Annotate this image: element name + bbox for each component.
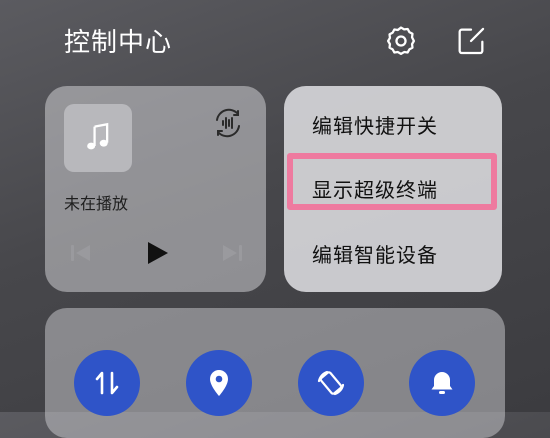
previous-icon[interactable]	[64, 236, 98, 270]
data-transfer-icon	[95, 371, 119, 395]
page-title: 控制中心	[64, 28, 173, 58]
play-icon[interactable]	[139, 236, 173, 270]
media-card[interactable]: 未在播放	[45, 86, 266, 292]
more-options-menu: 编辑快捷开关 显示超级终端 编辑智能设备	[284, 86, 502, 292]
quick-toggles-card	[45, 308, 505, 438]
highlight-box	[287, 153, 497, 210]
auto-rotate-icon	[317, 370, 345, 396]
data-transfer-toggle[interactable]	[74, 350, 140, 416]
edit-icon[interactable]	[454, 24, 488, 58]
playback-status: 未在播放	[64, 194, 129, 213]
audio-output-icon[interactable]	[211, 106, 245, 140]
menu-item-edit-shortcuts[interactable]: 编辑快捷开关	[312, 110, 438, 139]
next-icon[interactable]	[215, 236, 249, 270]
location-icon	[210, 370, 228, 396]
auto-rotate-toggle[interactable]	[298, 350, 364, 416]
gear-icon[interactable]	[384, 24, 418, 58]
menu-item-edit-smart-devices[interactable]: 编辑智能设备	[312, 239, 438, 268]
music-note-icon	[87, 122, 109, 150]
bell-icon	[431, 372, 453, 394]
location-toggle[interactable]	[186, 350, 252, 416]
album-art	[64, 104, 132, 172]
bell-toggle[interactable]	[409, 350, 475, 416]
